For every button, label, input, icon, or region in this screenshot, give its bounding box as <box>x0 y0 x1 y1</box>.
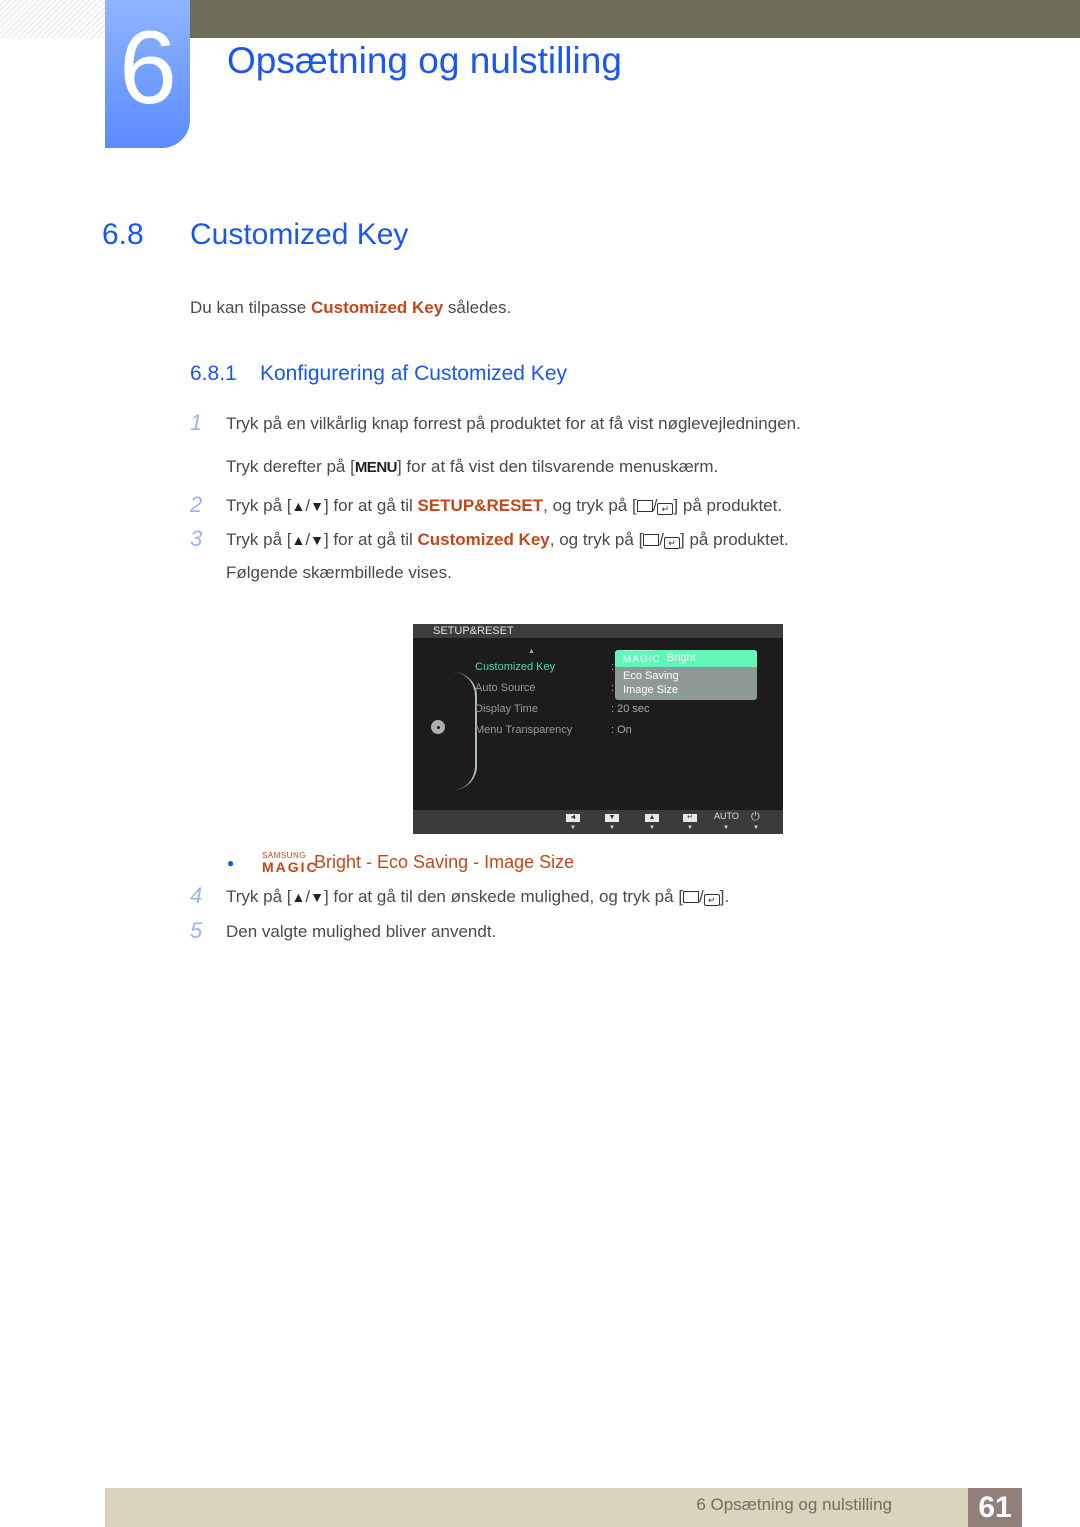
option-label: Bright <box>667 652 696 664</box>
source-key-icon <box>643 534 660 546</box>
page-footer: 6 Opsætning og nulstilling <box>105 1488 1022 1527</box>
indicator-icon: ▼ <box>609 825 615 831</box>
intro-highlight: Customized Key <box>310 298 444 317</box>
scroll-up-icon: ▲ <box>528 648 535 655</box>
down-arrow-icon: ▼ <box>310 532 324 548</box>
magic-logo: SAMSUNG MAGIC <box>262 851 317 875</box>
step-text-part: Tryk på [ <box>226 887 292 906</box>
step-text: Tryk derefter på [MENU] for at få vist d… <box>226 457 718 477</box>
step-text-part: ] for at gå til <box>323 496 418 515</box>
osd-menu-item-customized-key[interactable]: Customized Key <box>475 661 555 673</box>
indicator-icon: ▼ <box>723 825 729 831</box>
step-text: Tryk på [▲/▼] for at gå til Customized K… <box>226 530 789 550</box>
menu-arc <box>453 672 477 790</box>
source-key-icon <box>683 891 700 903</box>
separator: - <box>361 852 378 872</box>
chapter-title: Opsætning og nulstilling <box>227 40 622 81</box>
step-text-part: Tryk derefter på [ <box>226 457 355 476</box>
osd-menu-item-auto-source[interactable]: Auto Source <box>475 682 536 694</box>
up-arrow-icon: ▲ <box>291 889 306 905</box>
osd-header: SETUP&RESET <box>413 624 783 638</box>
step-number: 4 <box>190 883 203 908</box>
osd-menu-value: : <box>611 682 615 694</box>
section-number: 6.8 <box>102 218 144 251</box>
up-button-icon[interactable]: ▲ <box>645 814 659 822</box>
enter-key-icon: ↵ <box>664 537 681 549</box>
step-text-part: ] på produktet. <box>680 530 789 549</box>
intro-text-end: således. <box>443 298 512 317</box>
step-text: Følgende skærmbillede vises. <box>226 563 452 582</box>
indicator-icon: ▼ <box>687 825 693 831</box>
step-number: 5 <box>190 918 203 943</box>
osd-option-magic-bright[interactable]: SAMSUNG MAGIC Bright <box>615 650 757 667</box>
brand-magic: MAGIC <box>623 654 661 665</box>
step-text-part: ] på produktet. <box>673 496 783 515</box>
enter-key-icon: ↵ <box>703 894 720 906</box>
left-button-icon[interactable]: ◄ <box>566 814 580 822</box>
power-icon[interactable]: ⏻ <box>751 811 760 824</box>
subsection-title: Konfigurering af Customized Key <box>260 362 567 385</box>
bullet-icon: ● <box>227 856 235 870</box>
indicator-icon: ▼ <box>570 825 576 831</box>
menu-key: MENU <box>354 459 398 476</box>
enter-key-icon: ↵ <box>657 503 674 515</box>
up-arrow-icon: ▲ <box>291 498 306 514</box>
step-text: Tryk på en vilkårlig knap forrest på pro… <box>226 414 801 433</box>
footer-chapter: 6 Opsætning og nulstilling <box>696 1495 892 1514</box>
enter-button-icon[interactable]: ↵ <box>683 814 697 822</box>
setup-reset-highlight: SETUP&RESET <box>417 496 544 515</box>
indicator-icon: ▼ <box>753 825 759 831</box>
step-text-part: Tryk på [ <box>226 496 292 515</box>
step-text-part: ] for at få vist den tilsvarende menuskæ… <box>396 457 719 476</box>
osd-menu-value: : <box>611 661 615 673</box>
step-text: Den valgte mulighed bliver anvendt. <box>226 922 497 941</box>
subsection-number: 6.8.1 <box>190 362 237 385</box>
step-text: Tryk på [▲/▼] for at gå til SETUP&RESET,… <box>226 496 782 516</box>
intro-text: Du kan tilpasse <box>190 298 311 317</box>
osd-dropdown: SAMSUNG MAGIC Bright Eco Saving Image Si… <box>615 650 757 700</box>
auto-button[interactable]: AUTO <box>714 811 739 821</box>
osd-title: SETUP&RESET <box>433 625 514 637</box>
osd-option-image-size[interactable]: Image Size <box>615 683 757 697</box>
osd-menu-value: : On <box>611 724 632 736</box>
source-key-icon <box>636 500 653 512</box>
indicator-icon: ▼ <box>649 825 655 831</box>
option-bright: Bright <box>314 852 362 872</box>
intro-paragraph: Du kan tilpasse Customized Key således. <box>190 298 511 318</box>
gear-icon <box>431 720 445 734</box>
step-text-part: Tryk på [ <box>226 530 292 549</box>
osd-button-bar: ◄ ▼ ▼ ▼ ▲ ▼ ↵ ▼ AUTO ▼ ⏻ ▼ <box>413 810 783 834</box>
options-line: SAMSUNG MAGIC Bright - Eco Saving - Image … <box>262 851 575 875</box>
osd-menu-item-display-time[interactable]: Display Time <box>475 703 538 715</box>
step-text-part: ] for at gå til den ønskede mulighed, og… <box>323 887 684 906</box>
step-text-part: , og tryk på [ <box>543 496 637 515</box>
section-title: Customized Key <box>190 218 409 251</box>
step-number: 3 <box>190 526 203 551</box>
down-arrow-icon: ▼ <box>310 498 324 514</box>
option-eco-saving: Eco Saving <box>377 852 469 872</box>
step-number: 2 <box>190 492 203 517</box>
step-text-part: ] for at gå til <box>323 530 418 549</box>
separator: - <box>468 852 485 872</box>
chapter-number: 6 <box>119 10 177 126</box>
brand-magic: MAGIC <box>262 859 319 875</box>
corner-hatch <box>0 0 105 38</box>
osd-menu-item-menu-transparency[interactable]: Menu Transparency <box>475 724 572 736</box>
up-arrow-icon: ▲ <box>291 532 306 548</box>
page-number: 61 <box>968 1488 1022 1527</box>
step-text: Tryk på [▲/▼] for at gå til den ønskede … <box>226 887 729 907</box>
header-bar <box>190 0 1080 38</box>
osd-option-eco-saving[interactable]: Eco Saving <box>615 669 757 683</box>
customized-key-highlight: Customized Key <box>417 530 550 549</box>
osd-screen: SETUP&RESET ▲ Customized Key : Auto Sour… <box>413 624 783 834</box>
step-text-part: , og tryk på [ <box>549 530 644 549</box>
down-button-icon[interactable]: ▼ <box>605 814 619 822</box>
step-number: 1 <box>190 410 203 435</box>
step-text-part: ]. <box>719 887 730 906</box>
osd-menu-value: : 20 sec <box>611 703 650 715</box>
option-image-size: Image Size <box>484 852 575 872</box>
down-arrow-icon: ▼ <box>310 889 324 905</box>
